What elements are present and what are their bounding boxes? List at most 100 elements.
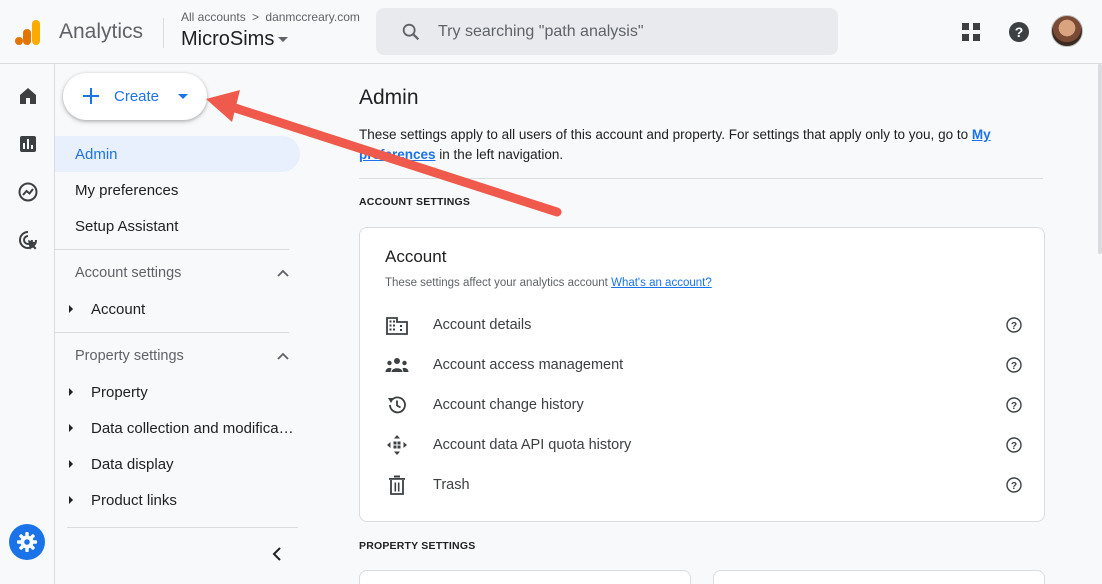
svg-text:?: ? xyxy=(1011,441,1017,452)
help-circle-icon[interactable]: ? xyxy=(1004,395,1024,415)
property-settings-header[interactable]: Property settings xyxy=(75,341,289,371)
tree-item-property[interactable]: Property xyxy=(65,377,305,407)
breadcrumb-root[interactable]: All accounts xyxy=(181,10,246,24)
breadcrumb[interactable]: All accounts > danmccreary.com xyxy=(181,10,360,24)
tree-item-data-collection[interactable]: Data collection and modifica… xyxy=(65,413,305,443)
plus-icon xyxy=(83,88,99,104)
row-label: Account access management xyxy=(433,357,624,373)
history-icon xyxy=(384,392,410,418)
breadcrumb-account[interactable]: danmccreary.com xyxy=(265,10,359,24)
account-settings-header[interactable]: Account settings xyxy=(75,258,289,288)
search-input[interactable] xyxy=(438,8,818,55)
property-card xyxy=(713,570,1045,584)
chevron-up-icon xyxy=(277,269,289,277)
building-icon xyxy=(384,312,410,338)
nav-my-preferences[interactable]: My preferences xyxy=(55,172,178,208)
svg-text:?: ? xyxy=(1011,361,1017,372)
apps-grid-button[interactable] xyxy=(957,18,985,46)
account-details-row[interactable]: Account details ? xyxy=(384,305,1024,345)
expand-arrow-icon xyxy=(69,460,73,468)
page-description: These settings apply to all users of thi… xyxy=(359,125,1029,165)
rail-advertising-button[interactable] xyxy=(14,226,42,254)
description-text: These settings apply to all users of thi… xyxy=(359,127,972,142)
top-header: Analytics All accounts > danmccreary.com… xyxy=(0,0,1102,64)
card-subtitle: These settings affect your analytics acc… xyxy=(385,277,712,289)
home-icon xyxy=(20,88,36,104)
help-button[interactable]: ? xyxy=(1005,18,1033,46)
tree-item-label: Property xyxy=(91,383,148,401)
expand-arrow-icon xyxy=(69,388,73,396)
card-title: Account xyxy=(385,247,447,266)
apps-grid-icon xyxy=(962,23,980,41)
people-icon xyxy=(384,352,410,378)
help-circle-icon[interactable]: ? xyxy=(1004,475,1024,495)
card-subtitle-text: These settings affect your analytics acc… xyxy=(385,277,608,289)
search-bar[interactable] xyxy=(376,8,838,55)
property-name: MicroSims xyxy=(181,28,275,50)
tree-item-label: Account xyxy=(91,300,146,318)
page-title: Admin xyxy=(359,86,419,109)
sidebar-divider xyxy=(55,332,289,333)
gear-icon xyxy=(17,532,37,552)
help-circle-icon[interactable]: ? xyxy=(1004,315,1024,335)
main-content: Admin These settings apply to all users … xyxy=(359,64,1045,584)
left-rail xyxy=(0,64,55,584)
reports-icon xyxy=(20,136,36,152)
caret-down-icon xyxy=(278,37,289,42)
caret-down-icon[interactable] xyxy=(178,94,188,99)
tree-item-label: Data display xyxy=(91,455,174,473)
account-avatar[interactable] xyxy=(1051,15,1083,47)
admin-sidebar: Create Admin My preferences Setup Assist… xyxy=(55,64,310,584)
create-label: Create xyxy=(114,88,160,105)
chevron-left-icon xyxy=(272,547,281,561)
tree-item-label: Product links xyxy=(91,491,177,509)
nav-admin[interactable]: Admin xyxy=(55,136,300,172)
app-name: Analytics xyxy=(59,20,144,43)
svg-text:?: ? xyxy=(1015,24,1024,40)
account-access-management-row[interactable]: Account access management ? xyxy=(384,345,1024,385)
account-change-history-row[interactable]: Account change history ? xyxy=(384,385,1024,425)
tree-item-account[interactable]: Account xyxy=(65,294,305,324)
page-scrollbar[interactable] xyxy=(1098,64,1102,254)
api-quota-icon xyxy=(384,432,410,458)
trash-icon xyxy=(384,472,410,498)
property-card xyxy=(359,570,691,584)
advertising-icon xyxy=(19,231,37,250)
create-button[interactable]: Create xyxy=(63,73,207,120)
nav-setup-assistant[interactable]: Setup Assistant xyxy=(55,208,178,244)
analytics-admin-page: Analytics All accounts > danmccreary.com… xyxy=(0,0,1102,584)
property-settings-heading: PROPERTY SETTINGS xyxy=(359,540,476,552)
rail-home-button[interactable] xyxy=(14,82,42,110)
svg-text:?: ? xyxy=(1011,481,1017,492)
rail-explore-button[interactable] xyxy=(14,178,42,206)
explore-icon xyxy=(18,182,38,202)
tree-item-label: Data collection and modifica… xyxy=(91,419,294,437)
help-circle-icon[interactable]: ? xyxy=(1004,355,1024,375)
content-divider xyxy=(359,178,1043,179)
tree-item-product-links[interactable]: Product links xyxy=(65,485,305,515)
help-circle-icon[interactable]: ? xyxy=(1004,435,1024,455)
account-settings-heading: ACCOUNT SETTINGS xyxy=(359,196,471,208)
whats-an-account-link[interactable]: What's an account? xyxy=(611,277,712,289)
expand-arrow-icon xyxy=(69,305,73,313)
help-icon: ? xyxy=(1009,22,1029,42)
rail-reports-button[interactable] xyxy=(14,130,42,158)
row-label: Trash xyxy=(433,477,470,493)
svg-text:?: ? xyxy=(1011,321,1017,332)
header-divider xyxy=(163,18,164,48)
account-card: Account These settings affect your analy… xyxy=(359,227,1045,522)
property-selector[interactable]: MicroSims xyxy=(181,28,289,51)
sidebar-divider xyxy=(55,249,289,250)
breadcrumb-separator: > xyxy=(252,10,260,24)
tree-item-data-display[interactable]: Data display xyxy=(65,449,305,479)
search-icon xyxy=(402,23,420,41)
expand-arrow-icon xyxy=(69,424,73,432)
account-api-quota-history-row[interactable]: Account data API quota history ? xyxy=(384,425,1024,465)
row-label: Account data API quota history xyxy=(433,437,632,453)
expand-arrow-icon xyxy=(69,496,73,504)
collapse-sidebar-button[interactable] xyxy=(265,542,289,566)
admin-gear-button[interactable] xyxy=(9,524,45,560)
analytics-logo[interactable] xyxy=(14,18,42,46)
trash-row[interactable]: Trash ? xyxy=(384,465,1024,505)
description-text-end: in the left navigation. xyxy=(435,147,564,162)
